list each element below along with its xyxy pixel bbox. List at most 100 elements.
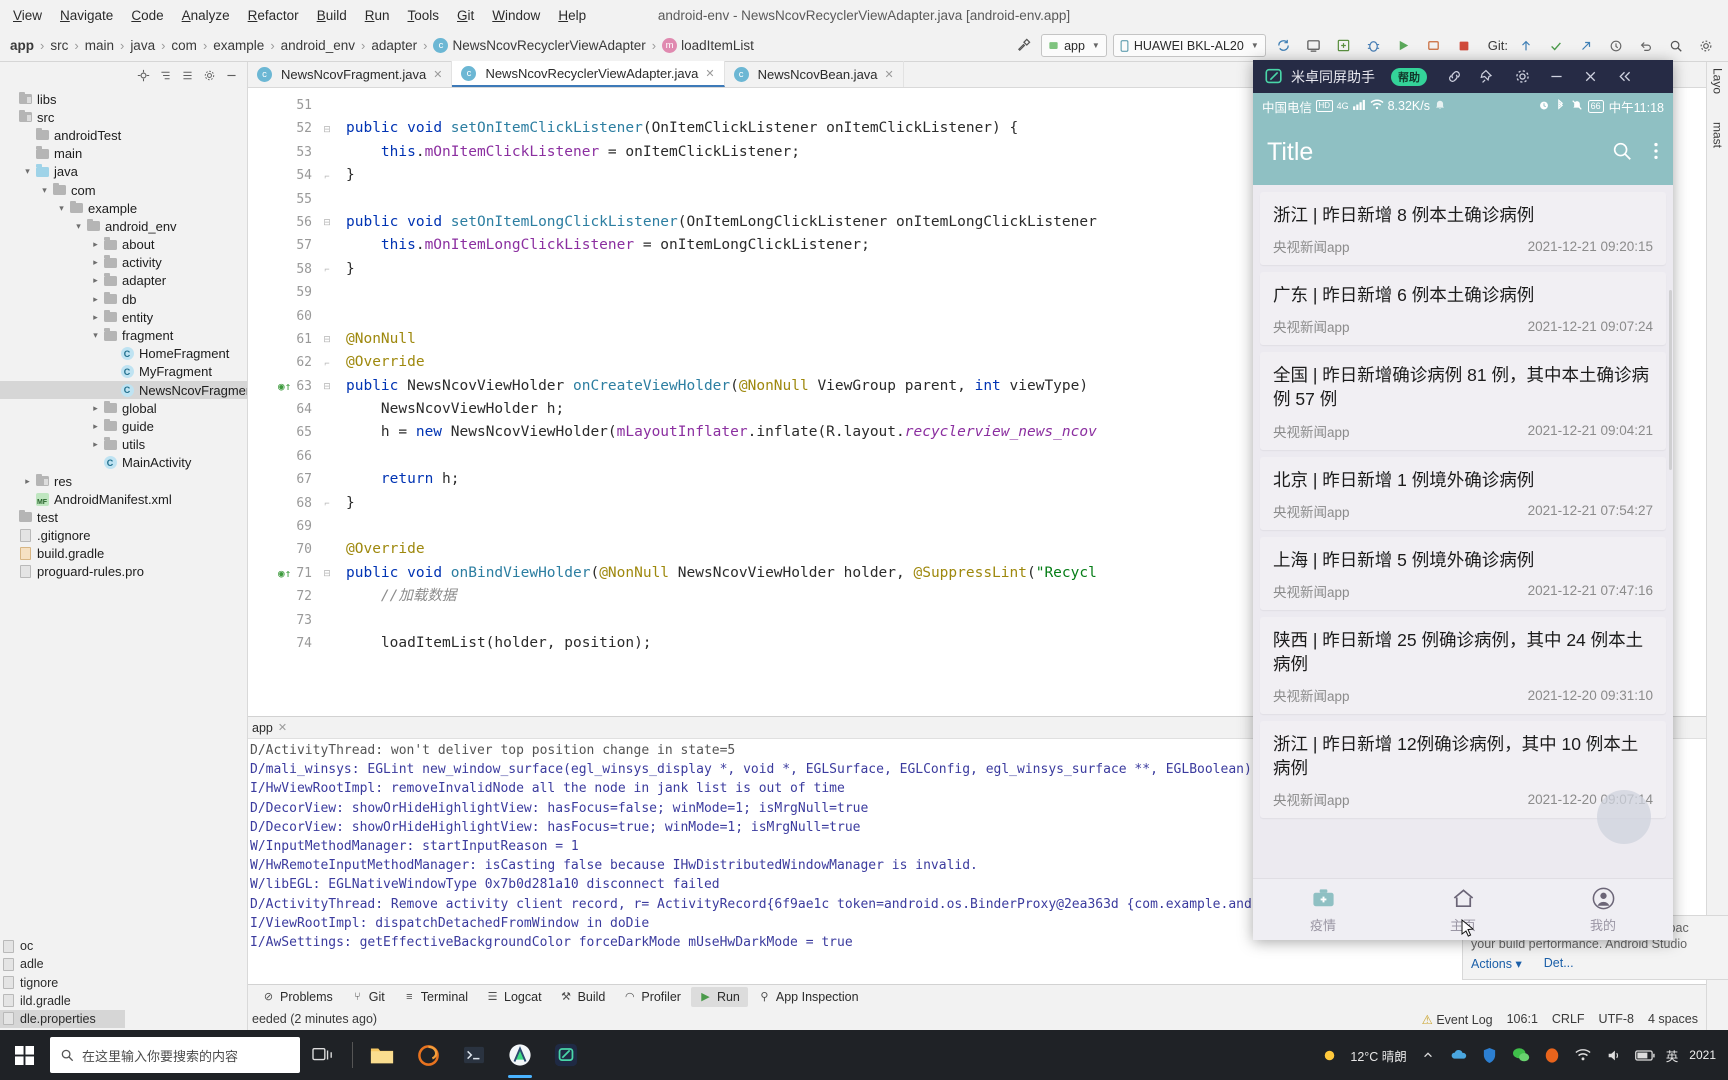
tree-overlay-node[interactable]: adle	[0, 955, 125, 973]
file-explorer-icon[interactable]	[359, 1030, 405, 1080]
bottom-nav-medical-kit[interactable]: 疫情	[1253, 885, 1393, 934]
firefox-icon[interactable]	[405, 1030, 451, 1080]
close-icon[interactable]: ✕	[433, 68, 442, 81]
sdk-manager-icon[interactable]	[1332, 35, 1356, 57]
input-language[interactable]: 英	[1666, 1046, 1679, 1065]
run-tab-app[interactable]: app ✕	[248, 719, 297, 737]
fold-toggle-icon[interactable]: ⊟	[318, 375, 336, 398]
project-settings-icon[interactable]	[201, 67, 217, 83]
tree-node-global[interactable]: ▸ global	[0, 399, 247, 417]
tree-overlay-node[interactable]: oc	[0, 937, 125, 955]
git-history-icon[interactable]	[1604, 35, 1628, 57]
tree-node-entity[interactable]: ▸ entity	[0, 308, 247, 326]
tree-node--gitignore[interactable]: .gitignore	[0, 527, 247, 545]
menu-item-refactor[interactable]: Refactor	[239, 4, 308, 27]
bottom-nav-person[interactable]: 我的	[1533, 885, 1673, 934]
fold-toggle-icon[interactable]: ⊟	[318, 117, 336, 140]
tree-node-utils[interactable]: ▸ utils	[0, 436, 247, 454]
settings-gear-icon[interactable]	[1694, 35, 1718, 57]
taskbar-clock[interactable]: 2021	[1689, 1048, 1720, 1062]
caret-position[interactable]: 106:1	[1507, 1012, 1538, 1026]
chevron-right-icon[interactable]: ▸	[89, 439, 102, 450]
collapse-icon[interactable]	[1607, 60, 1641, 93]
tree-node-proguard-rules-pro[interactable]: proguard-rules.pro	[0, 563, 247, 581]
tree-node-myfragment[interactable]: C MyFragment	[0, 363, 247, 381]
git-update-icon[interactable]	[1514, 35, 1538, 57]
chevron-down-icon[interactable]: ▾	[72, 221, 85, 232]
battery-icon[interactable]	[1634, 1045, 1655, 1065]
menu-item-window[interactable]: Window	[483, 4, 549, 27]
breadcrumb-item-app[interactable]: app	[6, 38, 38, 53]
breadcrumb-item-java[interactable]: java	[126, 38, 159, 53]
link-icon[interactable]	[1437, 60, 1471, 93]
tree-node-res[interactable]: ▸ res	[0, 472, 247, 490]
breadcrumb-item-example[interactable]: example	[209, 38, 268, 53]
chevron-right-icon[interactable]: ▸	[89, 312, 102, 323]
menu-item-git[interactable]: Git	[448, 4, 483, 27]
run-icon[interactable]	[1392, 35, 1416, 57]
right-strip-branch[interactable]: mast	[1711, 122, 1725, 148]
terminal-icon[interactable]	[451, 1030, 497, 1080]
android-studio-icon[interactable]	[497, 1030, 543, 1080]
menu-item-help[interactable]: Help	[549, 4, 595, 27]
floating-action-button[interactable]	[1597, 790, 1651, 844]
tool-window-git[interactable]: ⑂ Git	[343, 987, 393, 1007]
toast-actions-button[interactable]: Actions ▾	[1471, 956, 1522, 971]
fold-toggle-icon[interactable]: ⊟	[318, 562, 336, 585]
chevron-right-icon[interactable]: ▸	[89, 257, 102, 268]
tree-node-mainactivity[interactable]: C MainActivity	[0, 454, 247, 472]
tool-window-bar[interactable]: ⊘ Problems ⑂ Git ≡ Terminal ☰ Logcat ⚒ Build ◠ Prof…	[248, 984, 1706, 1008]
breadcrumb-item-adapter[interactable]: adapter	[367, 38, 421, 53]
fold-toggle-icon[interactable]: ⊟	[318, 328, 336, 351]
tool-window-problems[interactable]: ⊘ Problems	[254, 987, 341, 1007]
pin-icon[interactable]	[1471, 60, 1505, 93]
toast-details-button[interactable]: Det...	[1544, 956, 1574, 971]
fold-toggle-icon[interactable]: ⌐	[318, 164, 336, 187]
tree-node-fragment[interactable]: ▾ fragment	[0, 326, 247, 344]
device-selector[interactable]: 中国电信 HUAWEI BKL-AL20 ▼	[1112, 34, 1266, 57]
menu-item-analyze[interactable]: Analyze	[173, 4, 239, 27]
hide-panel-icon[interactable]	[223, 67, 239, 83]
tree-node-main[interactable]: main	[0, 145, 247, 163]
list-scrollbar[interactable]	[1669, 290, 1672, 470]
debug-icon[interactable]	[1362, 35, 1386, 57]
tree-node-newsncovfragment[interactable]: C NewsNcovFragment	[0, 381, 247, 400]
tool-window-run[interactable]: ▶ Run	[690, 986, 748, 1007]
tree-node-android-env[interactable]: ▾ android_env	[0, 217, 247, 235]
editor-tab[interactable]: c NewsNcovBean.java ✕	[725, 61, 904, 87]
chevron-down-icon[interactable]: ▾	[21, 166, 34, 177]
indent-setting[interactable]: 4 spaces	[1648, 1012, 1698, 1026]
fold-toggle-icon[interactable]: ⌐	[318, 492, 336, 515]
tree-node-activity[interactable]: ▸ activity	[0, 254, 247, 272]
close-icon[interactable]: ✕	[278, 721, 287, 734]
task-view-icon[interactable]	[300, 1030, 346, 1080]
override-marker-icon[interactable]: ◉↑	[278, 375, 291, 398]
chevron-right-icon[interactable]: ▸	[89, 239, 102, 250]
news-list-item[interactable]: 上海 | 昨日新增 5 例境外确诊病例 央视新闻app 2021-12-21 07:…	[1260, 536, 1666, 610]
override-marker-icon[interactable]: ◉↑	[278, 562, 291, 585]
undo-icon[interactable]	[1634, 35, 1658, 57]
tree-node-test[interactable]: test	[0, 508, 247, 526]
gear-icon[interactable]	[1505, 60, 1539, 93]
fold-toggle-icon[interactable]: ⌐	[318, 258, 336, 281]
breadcrumb-item-com[interactable]: com	[167, 38, 201, 53]
tree-overlay-node[interactable]: ild.gradle	[0, 992, 125, 1010]
qq-icon[interactable]	[1542, 1045, 1562, 1065]
minimize-icon[interactable]	[1539, 60, 1573, 93]
run-configuration-selector[interactable]: app ▼	[1041, 34, 1107, 57]
search-everywhere-icon[interactable]	[1664, 35, 1688, 57]
volume-icon[interactable]	[1604, 1045, 1624, 1065]
tool-window-build[interactable]: ⚒ Build	[552, 987, 614, 1007]
chevron-right-icon[interactable]: ▸	[89, 275, 102, 286]
git-push-icon[interactable]	[1574, 35, 1598, 57]
breadcrumb-item-android_env[interactable]: android_env	[277, 38, 359, 53]
tree-node-homefragment[interactable]: C HomeFragment	[0, 345, 247, 363]
menu-item-run[interactable]: Run	[356, 4, 399, 27]
shield-icon[interactable]	[1480, 1045, 1500, 1065]
breadcrumb[interactable]: app › src › main › java › com › example › android_en…	[6, 38, 758, 53]
mirror-app-icon[interactable]	[543, 1030, 589, 1080]
search-icon[interactable]	[1611, 140, 1633, 165]
news-list-item[interactable]: 浙江 | 昨日新增 8 例本土确诊病例 央视新闻app 2021-12-21 09:…	[1260, 192, 1666, 266]
right-strip-layout[interactable]: Layo	[1711, 68, 1725, 94]
menu-item-code[interactable]: Code	[122, 4, 172, 27]
